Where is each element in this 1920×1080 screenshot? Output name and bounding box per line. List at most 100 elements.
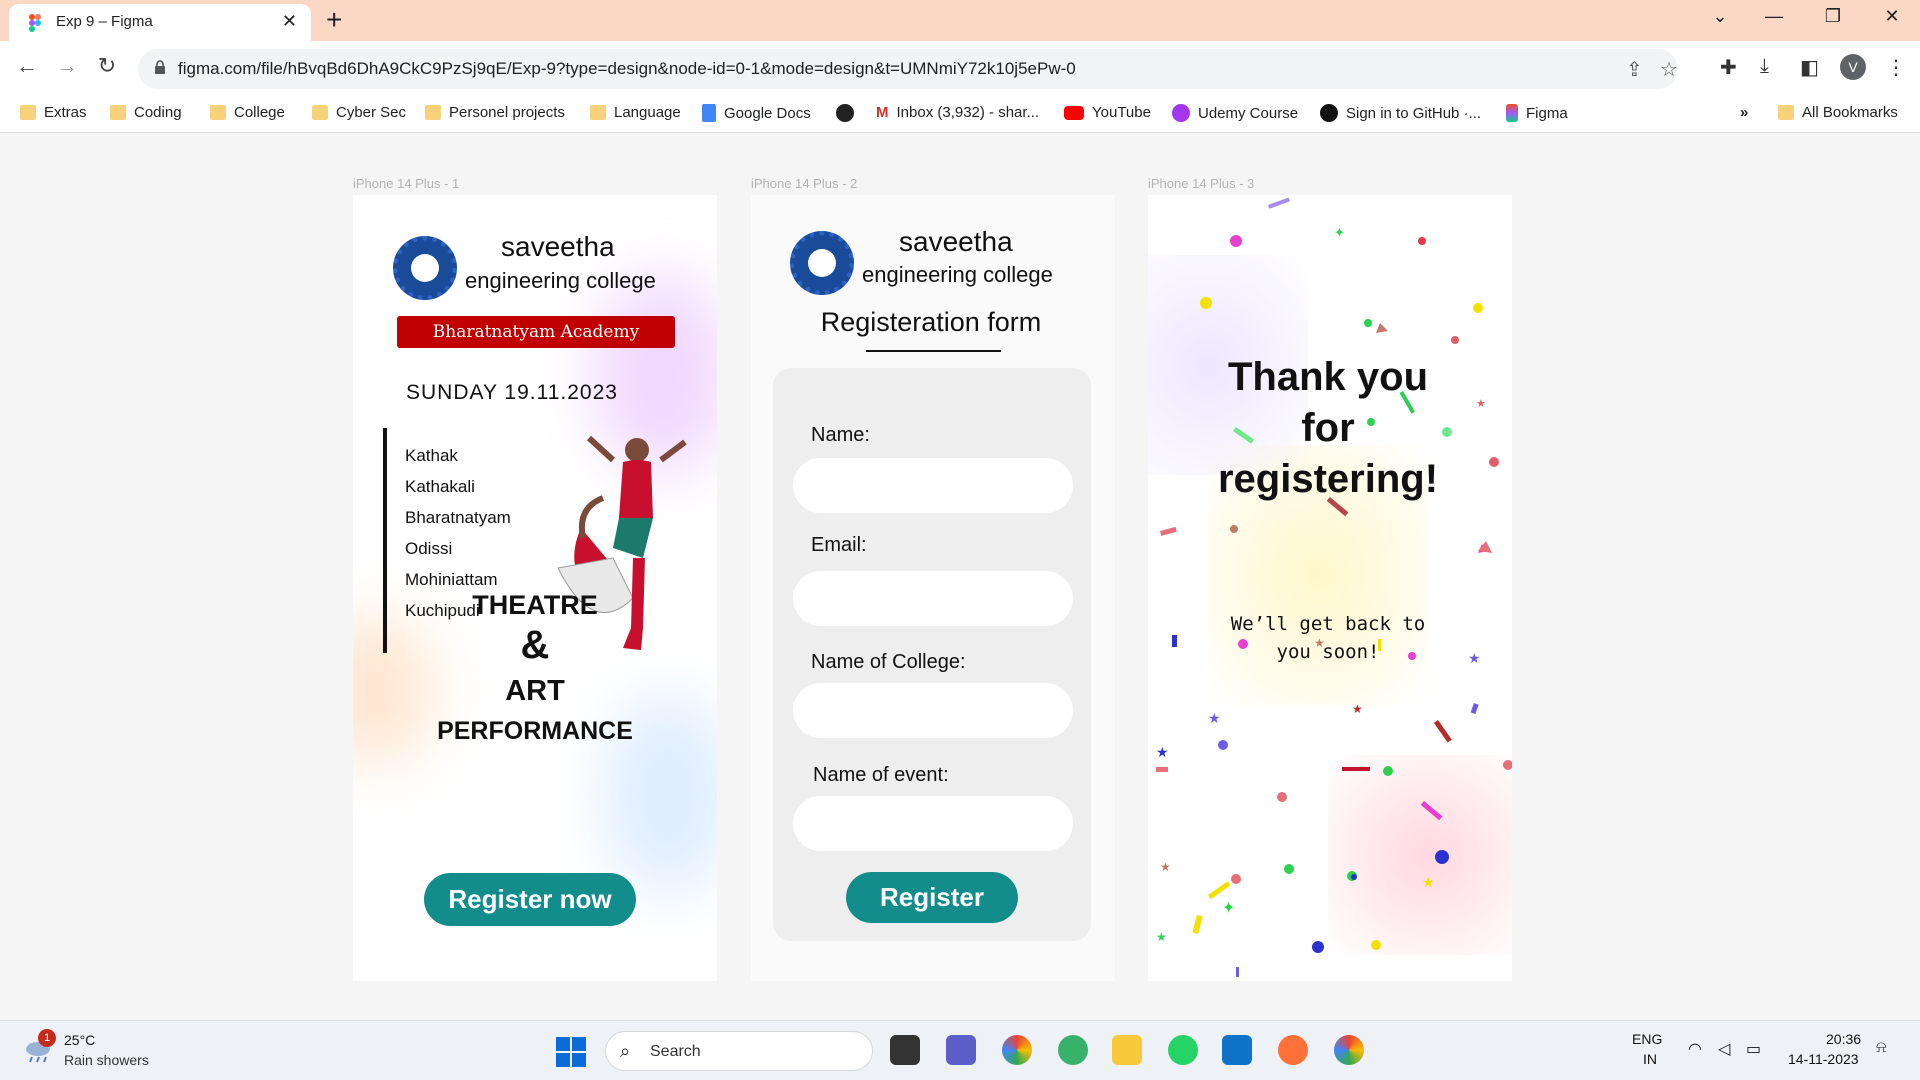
bookmarks-overflow-button[interactable]: » [1740, 104, 1748, 121]
chrome-icon[interactable] [1002, 1035, 1032, 1065]
forward-icon[interactable]: → [52, 53, 82, 79]
frame-label[interactable]: iPhone 14 Plus - 3 [1148, 176, 1254, 191]
email-field[interactable] [793, 571, 1073, 626]
tab-search-icon[interactable]: ⌄ [1700, 6, 1740, 27]
bookmark-coding[interactable]: Coding [110, 104, 182, 121]
clock-date[interactable]: 14-11-2023 [1788, 1051, 1859, 1067]
search-icon: ⌕ [620, 1041, 631, 1061]
chrome-active-icon[interactable] [1334, 1035, 1364, 1065]
extensions-icon[interactable]: ✚ [1720, 55, 1737, 80]
battery-icon[interactable]: ▭ [1746, 1039, 1761, 1059]
address-bar[interactable]: figma.com/file/hBvqBd6DhA9CkC9PzSj9qE/Ex… [138, 49, 1678, 89]
atom-icon[interactable] [1058, 1035, 1088, 1065]
menu-icon[interactable]: ⋮ [1886, 55, 1906, 80]
bookmark-label: College [234, 104, 285, 121]
temperature[interactable]: 25°C [64, 1032, 95, 1048]
event-label: Name of event: [813, 764, 949, 786]
whatsapp-icon[interactable] [1168, 1035, 1198, 1065]
college-name: saveetha [501, 231, 615, 262]
name-field[interactable] [793, 458, 1073, 513]
notifications-bell-icon[interactable]: ⍾ [1876, 1039, 1887, 1057]
bookmark-star-icon[interactable]: ☆ [1660, 57, 1678, 82]
figma-canvas[interactable]: iPhone 14 Plus - 1 saveetha engineering … [0, 134, 1920, 1020]
frame-label[interactable]: iPhone 14 Plus - 1 [353, 176, 459, 191]
new-tab-button[interactable]: + [326, 4, 342, 36]
form-card: Name: Email: Name of College: Name of ev… [773, 368, 1091, 941]
restore-button[interactable]: ❐ [1813, 6, 1853, 27]
language-indicator[interactable]: ENG [1632, 1031, 1662, 1047]
download-icon[interactable]: ⤓ [1760, 55, 1769, 78]
vscode-icon[interactable] [1222, 1035, 1252, 1065]
college-subtitle: engineering college [862, 262, 1053, 287]
college-logo [790, 231, 854, 295]
event-field[interactable] [793, 796, 1073, 851]
frame-label[interactable]: iPhone 14 Plus - 2 [751, 176, 857, 191]
close-tab-icon[interactable]: ✕ [282, 11, 297, 32]
lock-icon [155, 60, 165, 74]
all-bookmarks-button[interactable]: All Bookmarks [1778, 104, 1898, 121]
tab-strip: Exp 9 – Figma ✕ + ⌄ — ❐ ✕ [0, 0, 1920, 41]
dance-item: Bharatnatyam [405, 508, 511, 527]
taskbar-search[interactable]: ⌕ Search [605, 1031, 873, 1071]
dance-item: Mohiniattam [405, 570, 498, 589]
bookmark-label: Inbox (3,932) - shar... [896, 104, 1040, 121]
bookmark-gmail[interactable]: M Inbox (3,932) - shar... [876, 104, 1039, 121]
frame-registration-form[interactable]: saveetha engineering college Registerati… [751, 195, 1115, 981]
bookmark-college[interactable]: College [210, 104, 285, 121]
college-field[interactable] [793, 683, 1073, 738]
file-explorer-icon[interactable] [1112, 1035, 1142, 1065]
register-now-button[interactable]: Register now [424, 873, 636, 926]
youtube-icon [1064, 105, 1084, 120]
art-heading: ART [505, 675, 565, 707]
college-subtitle: engineering college [465, 268, 656, 293]
volume-icon[interactable]: ◁ [1718, 1039, 1730, 1059]
gmail-icon: M [876, 104, 889, 121]
message-line: We’ll get back to [1230, 613, 1426, 635]
college-logo [393, 236, 457, 300]
share-icon[interactable]: ⇪ [1626, 57, 1643, 82]
notification-badge: 1 [38, 1029, 56, 1047]
avatar[interactable]: V [1840, 54, 1866, 80]
region-indicator[interactable]: IN [1643, 1051, 1657, 1067]
bookmark-youtube[interactable]: YouTube [1064, 104, 1151, 121]
windows-start-icon[interactable] [556, 1037, 586, 1067]
bookmark-globe[interactable] [836, 104, 854, 122]
taskbar: 1 25°C Rain showers ⌕ Search ENG IN ◠ ◁ … [0, 1020, 1920, 1080]
firefox-icon[interactable] [1278, 1035, 1308, 1065]
svg-text:★: ★ [1156, 930, 1167, 944]
folder-icon [1778, 105, 1794, 120]
svg-text:★: ★ [1160, 860, 1171, 874]
bookmark-extras[interactable]: Extras [20, 104, 87, 121]
bookmark-github[interactable]: Sign in to GitHub ·... [1320, 104, 1481, 122]
bookmark-udemy[interactable]: Udemy Course [1172, 104, 1298, 122]
thank-you-line: registering! [1217, 457, 1439, 501]
bookmark-label: All Bookmarks [1802, 104, 1898, 121]
bookmark-personel-projects[interactable]: Personel projects [425, 104, 565, 121]
bookmark-language[interactable]: Language [590, 104, 681, 121]
register-button[interactable]: Register [846, 872, 1018, 923]
bookmark-figma[interactable]: Figma [1506, 104, 1568, 122]
close-window-button[interactable]: ✕ [1872, 6, 1912, 27]
frame-event-poster[interactable]: saveetha engineering college Bharatnatya… [353, 195, 717, 981]
url-text: figma.com/file/hBvqBd6DhA9CkC9PzSj9qE/Ex… [178, 59, 1076, 78]
folder-icon [425, 105, 441, 120]
bookmark-label: YouTube [1092, 104, 1151, 121]
clock-time[interactable]: 20:36 [1826, 1031, 1861, 1047]
back-icon[interactable]: ← [12, 53, 42, 79]
side-panel-icon[interactable]: ◧ [1800, 55, 1819, 80]
frame-thank-you[interactable]: ★ ★ ★ ★ ★ ✦ ★ ★ ★ ✦ ★ Thank you for regi… [1148, 195, 1512, 981]
college-name: saveetha [899, 226, 1013, 257]
browser-tab[interactable]: Exp 9 – Figma ✕ [9, 4, 311, 41]
minimize-button[interactable]: — [1754, 6, 1794, 27]
bookmark-google-docs[interactable]: Google Docs [702, 104, 811, 122]
weather-condition[interactable]: Rain showers [64, 1052, 149, 1068]
folder-icon [20, 105, 36, 120]
task-view-icon[interactable] [890, 1035, 920, 1065]
teams-icon[interactable] [946, 1035, 976, 1065]
folder-icon [590, 105, 606, 120]
wifi-icon[interactable]: ◠ [1688, 1039, 1702, 1059]
reload-icon[interactable]: ↻ [92, 53, 122, 79]
svg-text:★: ★ [1352, 702, 1363, 716]
svg-text:✦: ✦ [1334, 225, 1345, 240]
bookmark-cyber-sec[interactable]: Cyber Sec [312, 104, 406, 121]
